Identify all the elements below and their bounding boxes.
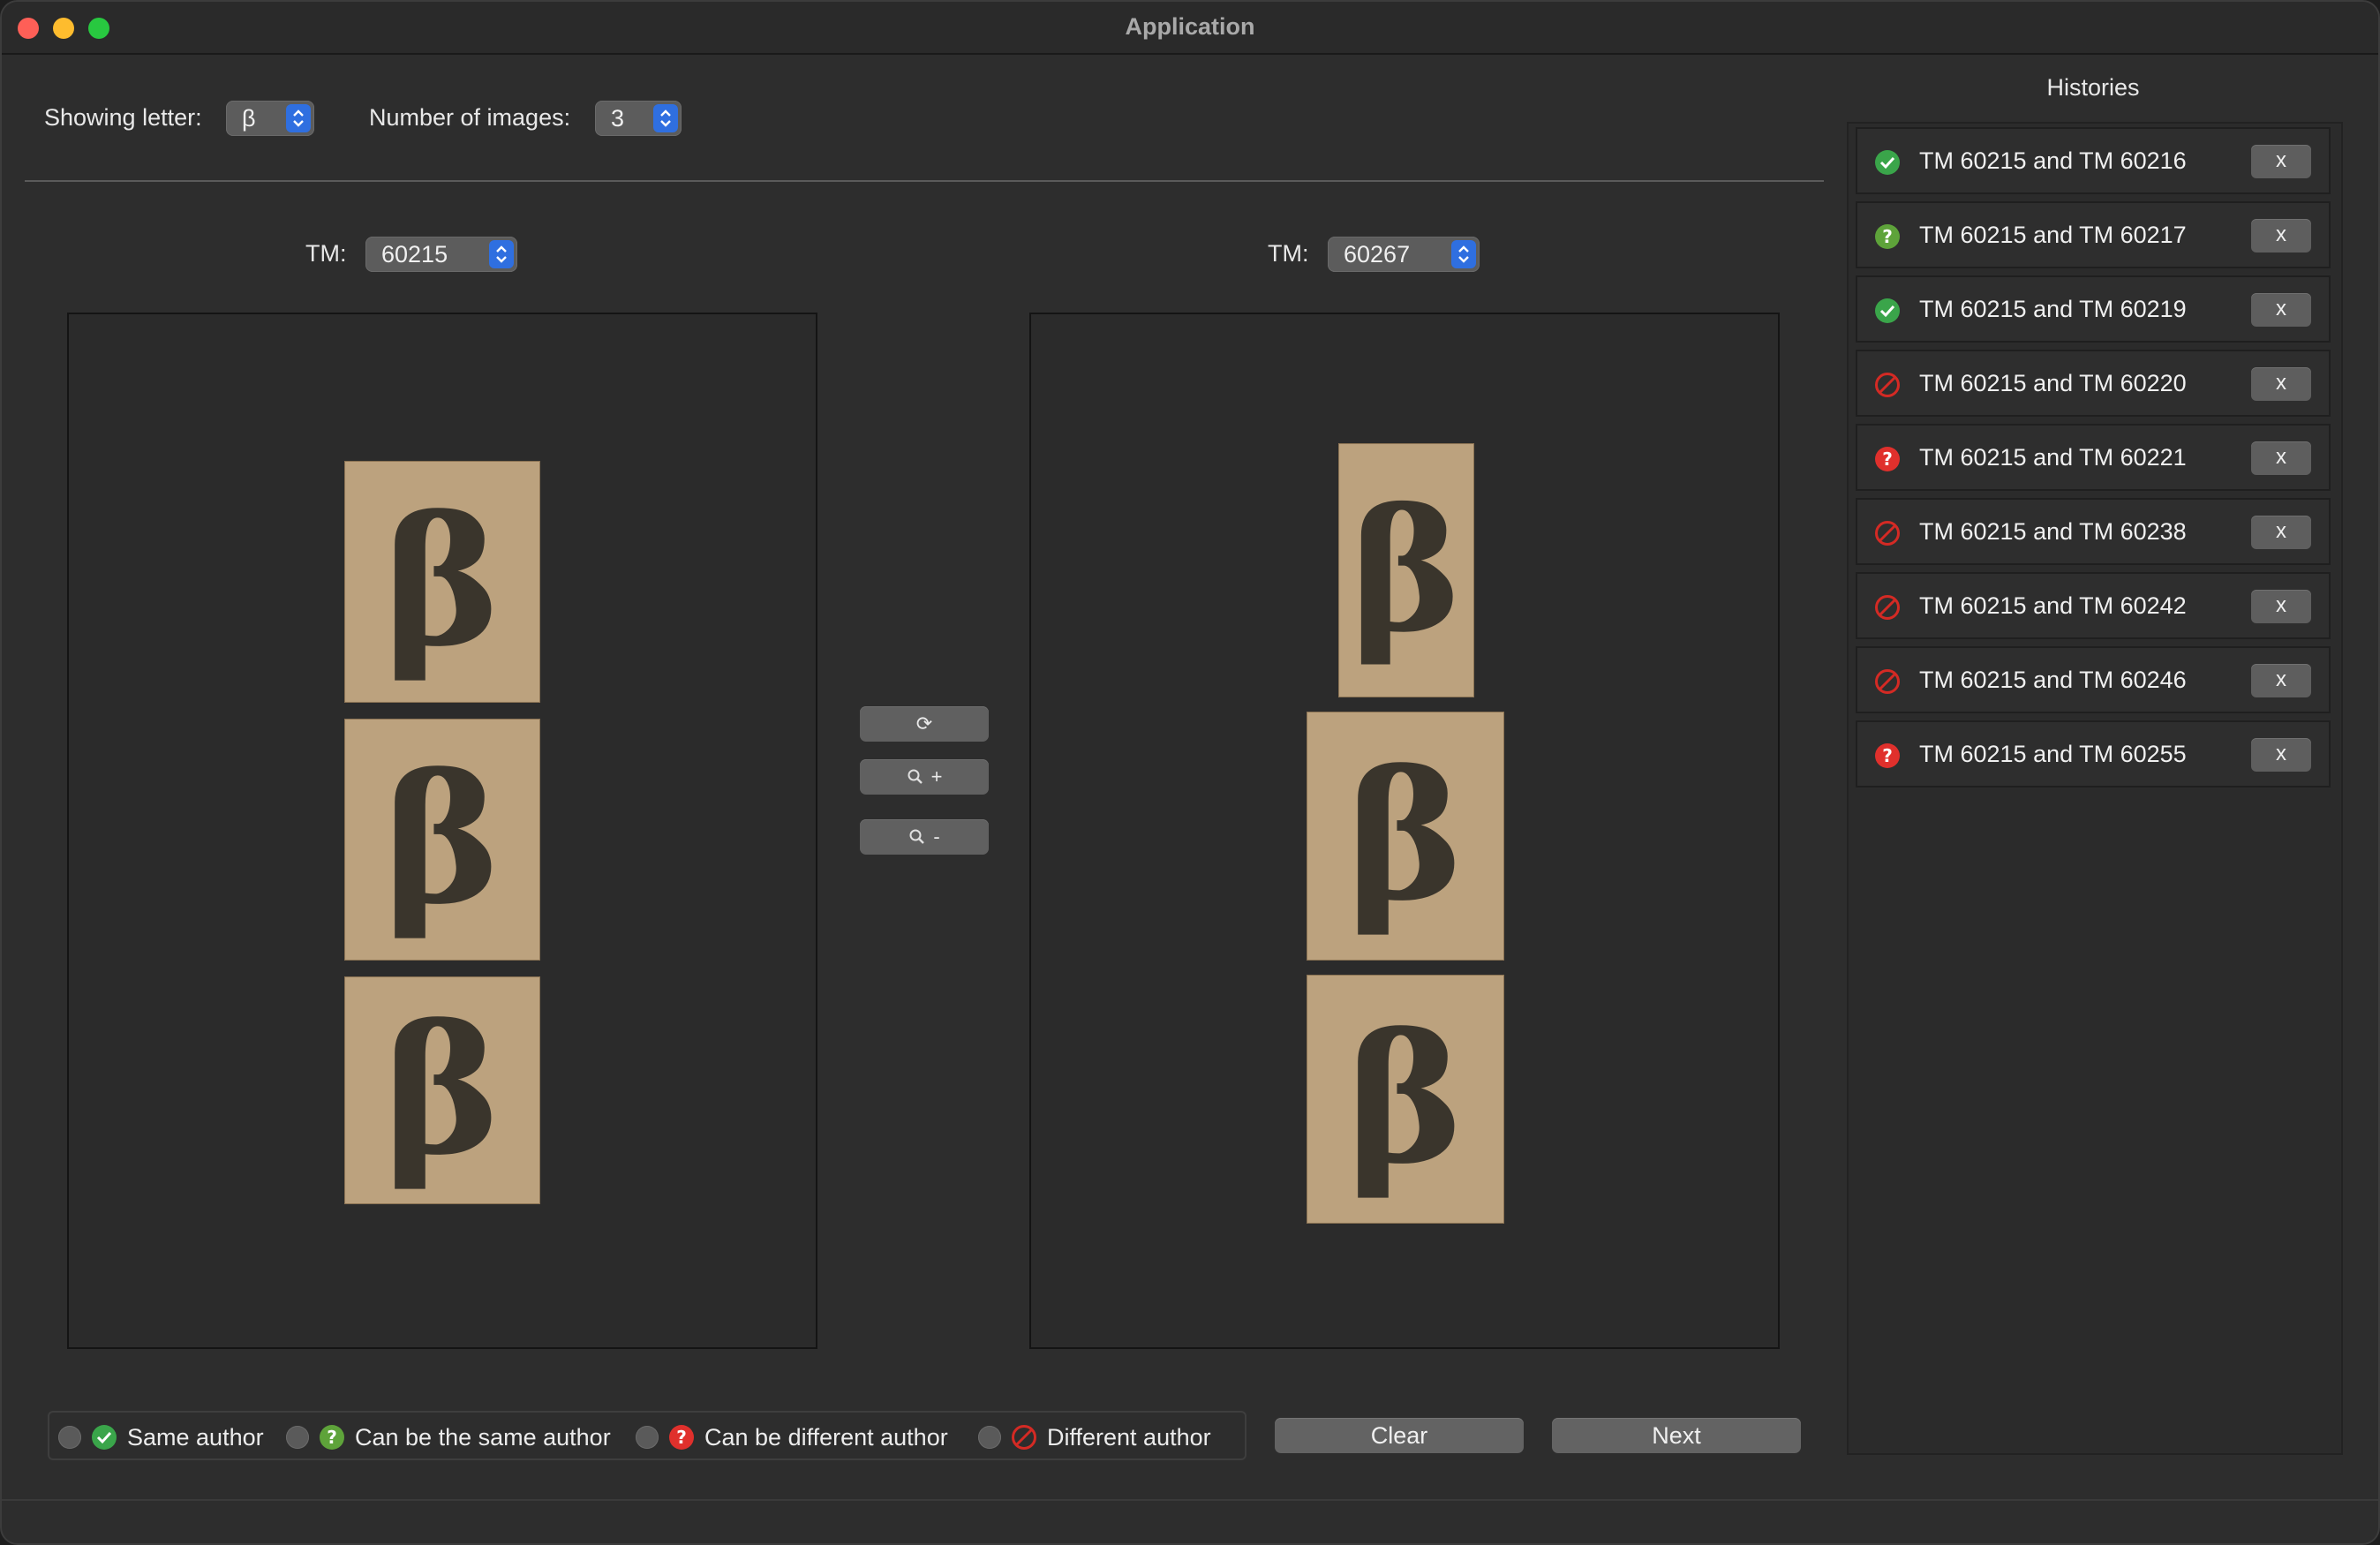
reset-view-button[interactable]: ⟳ — [860, 706, 989, 742]
maybe-different-author-icon: ? — [1873, 445, 1902, 478]
svg-text:?: ? — [327, 1427, 337, 1448]
option-label: Can be the same author — [355, 1423, 611, 1451]
chevron-updown-icon — [1451, 240, 1476, 268]
history-item-label: TM 60215 and TM 60217 — [1919, 222, 2187, 248]
history-item[interactable]: TM 60215 and TM 60246 x — [1856, 646, 2331, 713]
remove-history-button[interactable]: x — [2251, 441, 2311, 475]
same-author-icon — [90, 1423, 118, 1451]
remove-history-button[interactable]: x — [2251, 367, 2311, 401]
different-author-icon — [1873, 667, 1902, 700]
option-different-author[interactable]: Different author — [978, 1423, 1211, 1451]
zoom-in-label: + — [930, 765, 943, 788]
left-tm-value: 60215 — [381, 241, 448, 268]
magnifier-icon — [908, 828, 926, 846]
different-author-icon — [1010, 1423, 1038, 1451]
history-item[interactable]: ? TM 60215 and TM 60221 x — [1856, 424, 2331, 491]
history-item[interactable]: TM 60215 and TM 60220 x — [1856, 350, 2331, 417]
zoom-out-button[interactable]: - — [860, 819, 989, 855]
letter-image: β — [344, 719, 540, 961]
remove-history-button[interactable]: x — [2251, 516, 2311, 549]
option-can-be-different-author[interactable]: ? Can be different author — [636, 1423, 948, 1451]
images-count-select[interactable]: 3 — [595, 101, 682, 136]
images-count-value: 3 — [611, 105, 625, 132]
window-title: Application — [1125, 13, 1255, 40]
radio-button[interactable] — [286, 1426, 309, 1449]
histories-title: Histories — [2046, 74, 2140, 101]
history-item[interactable]: ? TM 60215 and TM 60217 x — [1856, 201, 2331, 268]
author-decision-group: Same author ? Can be the same author ? C… — [48, 1411, 1246, 1460]
letter-image: β — [1307, 975, 1504, 1224]
right-tm-value: 60267 — [1344, 241, 1411, 268]
letter-image: β — [344, 461, 540, 703]
histories-panel: TM 60215 and TM 60216 x ? TM 60215 and T… — [1847, 122, 2343, 1455]
history-item[interactable]: TM 60215 and TM 60242 x — [1856, 572, 2331, 639]
zoom-in-button[interactable]: + — [860, 759, 989, 795]
svg-text:?: ? — [676, 1427, 687, 1448]
maybe-different-author-icon: ? — [667, 1423, 696, 1451]
chevron-updown-icon — [489, 240, 514, 268]
svg-text:?: ? — [1882, 226, 1893, 247]
left-image-panel: β β β — [67, 313, 817, 1349]
maybe-different-author-icon: ? — [1873, 742, 1902, 774]
refresh-icon: ⟳ — [915, 712, 933, 735]
maybe-same-author-icon: ? — [318, 1423, 346, 1451]
svg-text:?: ? — [1882, 448, 1893, 470]
chevron-updown-icon — [286, 104, 311, 132]
different-author-icon — [1873, 519, 1902, 552]
magnifier-icon — [907, 768, 924, 786]
letter-image: β — [1307, 712, 1504, 961]
history-item[interactable]: TM 60215 and TM 60238 x — [1856, 498, 2331, 565]
zoom-out-label: - — [933, 825, 940, 848]
radio-button[interactable] — [978, 1426, 1001, 1449]
number-of-images-label: Number of images: — [369, 104, 571, 131]
option-label: Same author — [127, 1423, 264, 1451]
remove-history-button[interactable]: x — [2251, 145, 2311, 178]
status-bar-divider — [2, 1499, 2378, 1501]
history-item-label: TM 60215 and TM 60221 — [1919, 444, 2187, 471]
radio-button[interactable] — [636, 1426, 659, 1449]
title-bar: Application — [2, 2, 2378, 55]
different-author-icon — [1873, 593, 1902, 626]
remove-history-button[interactable]: x — [2251, 590, 2311, 623]
remove-history-button[interactable]: x — [2251, 219, 2311, 252]
left-tm-label: TM: — [305, 240, 347, 267]
letter-select[interactable]: β — [226, 101, 314, 136]
history-item[interactable]: TM 60215 and TM 60216 x — [1856, 127, 2331, 194]
history-item-label: TM 60215 and TM 60216 — [1919, 147, 2187, 174]
same-author-icon — [1873, 297, 1902, 329]
radio-button[interactable] — [58, 1426, 81, 1449]
same-author-icon — [1873, 148, 1902, 181]
option-label: Different author — [1047, 1423, 1211, 1451]
letter-image: β — [1338, 443, 1474, 697]
clear-button[interactable]: Clear — [1275, 1418, 1524, 1453]
remove-history-button[interactable]: x — [2251, 664, 2311, 697]
app-window: Application Showing letter: β Number of … — [0, 0, 2380, 1545]
left-tm-select[interactable]: 60215 — [365, 237, 517, 272]
history-item-label: TM 60215 and TM 60238 — [1919, 518, 2187, 545]
chevron-updown-icon — [653, 104, 678, 132]
toolbar-separator — [25, 180, 1824, 182]
showing-letter-label: Showing letter: — [44, 104, 202, 131]
right-image-panel: β β β — [1029, 313, 1780, 1349]
right-tm-select[interactable]: 60267 — [1328, 237, 1480, 272]
option-label: Can be different author — [704, 1423, 948, 1451]
remove-history-button[interactable]: x — [2251, 738, 2311, 772]
next-button[interactable]: Next — [1552, 1418, 1801, 1453]
history-item[interactable]: ? TM 60215 and TM 60255 x — [1856, 720, 2331, 788]
history-item-label: TM 60215 and TM 60246 — [1919, 667, 2187, 693]
history-item-label: TM 60215 and TM 60220 — [1919, 370, 2187, 396]
option-can-be-same-author[interactable]: ? Can be the same author — [286, 1423, 611, 1451]
svg-text:?: ? — [1882, 745, 1893, 766]
history-item[interactable]: TM 60215 and TM 60219 x — [1856, 275, 2331, 343]
right-tm-label: TM: — [1268, 240, 1309, 267]
letter-select-value: β — [242, 105, 256, 132]
letter-image: β — [344, 976, 540, 1204]
history-item-label: TM 60215 and TM 60255 — [1919, 741, 2187, 767]
option-same-author[interactable]: Same author — [58, 1423, 264, 1451]
history-item-label: TM 60215 and TM 60242 — [1919, 592, 2187, 619]
remove-history-button[interactable]: x — [2251, 293, 2311, 327]
maybe-same-author-icon: ? — [1873, 222, 1902, 255]
different-author-icon — [1873, 371, 1902, 403]
history-item-label: TM 60215 and TM 60219 — [1919, 296, 2187, 322]
